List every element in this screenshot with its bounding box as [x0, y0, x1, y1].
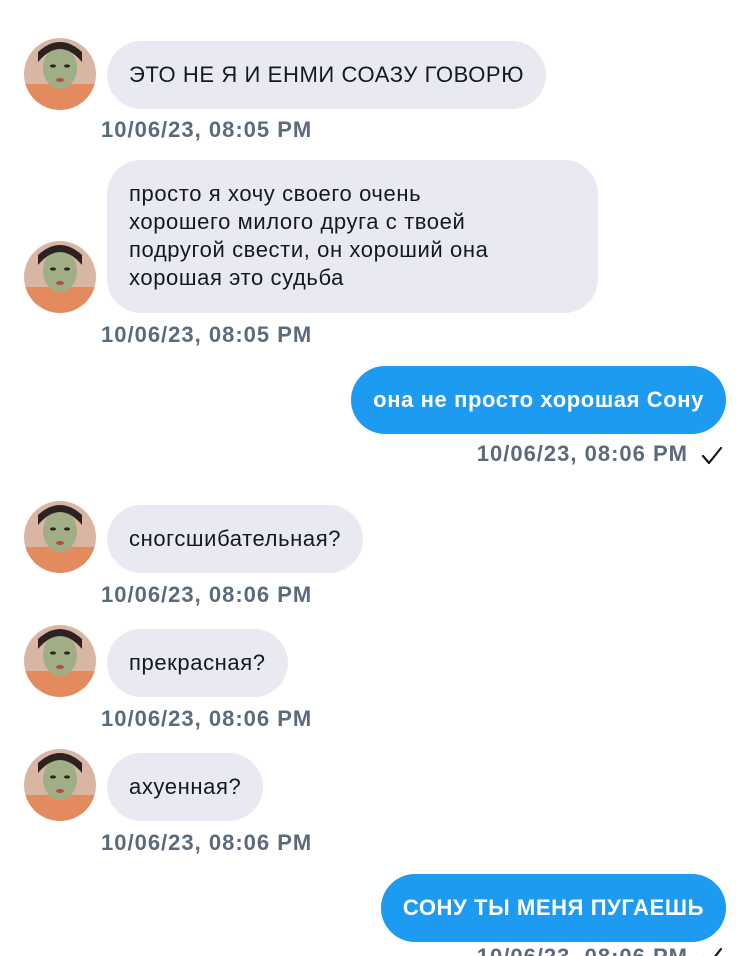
message-timestamp: 10/06/23, 08:06 PM — [477, 944, 688, 956]
message-bubble[interactable]: СОНУ ТЫ МЕНЯ ПУГАЕШЬ — [380, 874, 726, 942]
checkmark-icon — [702, 947, 723, 956]
chat-conversation[interactable]: ЭТО НЕ Я И ЕНМИ СОАЗУ ГОВОРЮ 10/06/23, 0… — [0, 0, 750, 956]
outgoing-message: СОНУ ТЫ МЕНЯ ПУГАЕШЬ 10/06/23, 08:06 PM — [0, 0, 750, 956]
